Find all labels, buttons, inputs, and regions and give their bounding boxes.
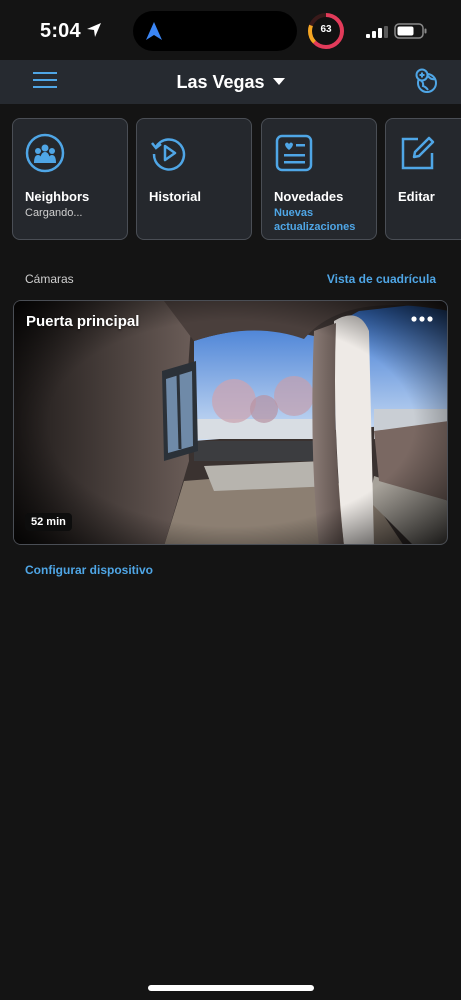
history-icon xyxy=(151,138,186,171)
status-bar: 5:04 63 xyxy=(0,0,461,60)
configure-device-link[interactable]: Configurar dispositivo xyxy=(25,563,153,577)
more-options-icon[interactable] xyxy=(411,315,433,323)
edit-icon xyxy=(401,136,435,170)
cameras-section-header: Cámaras Vista de cuadrícula xyxy=(25,272,436,290)
battery-icon xyxy=(394,23,427,39)
news-icon xyxy=(275,134,313,172)
section-title: Cámaras xyxy=(25,272,74,286)
dynamic-island xyxy=(133,11,297,51)
tile-edit[interactable]: Editar xyxy=(385,118,461,240)
quick-actions-row: Neighbors Cargando... Historial Novedade… xyxy=(12,118,461,242)
camera-snapshot xyxy=(14,301,447,544)
camera-name: Puerta principal xyxy=(26,313,140,330)
status-time: 5:04 xyxy=(40,20,81,42)
tile-label: Historial xyxy=(149,189,202,204)
tile-subtitle: Nuevas actualizaciones xyxy=(274,207,356,233)
app-header: Las Vegas xyxy=(0,60,461,104)
location-selector[interactable]: Las Vegas xyxy=(0,72,461,93)
tile-neighbors[interactable]: Neighbors Cargando... xyxy=(12,118,128,240)
location-arrow-icon xyxy=(87,23,101,37)
tile-label: Editar xyxy=(398,189,435,204)
tile-label: Novedades xyxy=(274,189,344,204)
tile-news[interactable]: Novedades Nuevas actualizaciones xyxy=(261,118,377,240)
tile-subtitle: Cargando... xyxy=(25,207,83,219)
add-location-globe-icon[interactable] xyxy=(414,68,440,94)
tile-label: Neighbors xyxy=(25,189,90,204)
tile-history[interactable]: Historial xyxy=(136,118,252,240)
grid-view-link[interactable]: Vista de cuadrícula xyxy=(327,272,436,286)
location-name: Las Vegas xyxy=(176,72,265,92)
snapshot-age-badge: 52 min xyxy=(25,513,72,531)
cellular-signal-icon xyxy=(366,26,388,38)
home-indicator[interactable] xyxy=(148,985,314,991)
activity-value: 63 xyxy=(320,24,332,35)
chevron-down-icon xyxy=(272,77,285,85)
navigation-arrow-icon xyxy=(146,22,162,40)
camera-card[interactable]: Puerta principal 52 min xyxy=(13,300,448,545)
neighbors-icon xyxy=(25,133,65,173)
